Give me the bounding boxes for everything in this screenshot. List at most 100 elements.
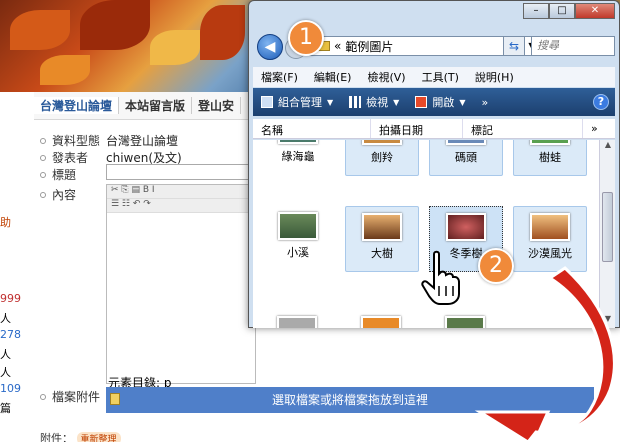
bullet-icon (40, 137, 46, 144)
address-prefix: « (334, 39, 342, 53)
photo-thumbnail[interactable] (277, 316, 317, 328)
close-button[interactable]: ✕ (575, 3, 615, 19)
file-label: 綠海龜 (281, 150, 315, 163)
maximize-button[interactable]: □ (549, 3, 575, 19)
help-icon[interactable]: ? (593, 94, 609, 110)
type-label: 資料型態 (52, 134, 101, 148)
bullet-icon (40, 154, 46, 161)
row-poster: 發表者 (40, 149, 110, 166)
step-1-callout: 1 (288, 20, 324, 56)
bullet-icon (40, 171, 46, 178)
scroll-up-icon[interactable]: ▲ (600, 140, 616, 154)
row-attach: 檔案附件 (40, 388, 110, 405)
col-more[interactable]: » (583, 119, 606, 138)
file-item[interactable]: 碼頭 (429, 140, 503, 176)
refresh-button[interactable]: ⇆ (503, 36, 525, 56)
side-stat: 人 (0, 312, 11, 325)
photo-thumbnail (362, 213, 402, 241)
photo-thumbnail (530, 213, 570, 241)
scroll-thumb[interactable] (602, 192, 613, 262)
attach-label: 檔案附件 (52, 390, 101, 404)
col-name[interactable]: 名稱 (253, 119, 371, 138)
side-stat: 人 (0, 366, 11, 379)
file-label: 大樹 (371, 247, 393, 260)
refresh-badge[interactable]: 重新整理 (76, 432, 121, 442)
views-icon (349, 96, 362, 108)
organize-icon (261, 96, 273, 108)
side-stat: 999 (0, 292, 21, 305)
side-stat: 人 (0, 348, 11, 361)
menu-file[interactable]: 檔案(F) (253, 69, 306, 85)
tab-forum[interactable]: 台灣登山論壇 (34, 97, 120, 114)
tab-safety[interactable]: 登山安 (192, 97, 242, 114)
poster-label: 發表者 (52, 151, 89, 165)
file-label: 小溪 (287, 246, 309, 259)
file-item[interactable]: 樹蛙 (513, 140, 587, 176)
photo-thumbnail[interactable] (361, 316, 401, 328)
drop-zone-text: 選取檔案或將檔案拖放到這裡 (271, 393, 428, 407)
command-bar: 組合管理 ▼ 檢視 ▼ 開啟 ▼ » ? (253, 88, 615, 116)
more-commands-button[interactable]: » (473, 96, 496, 109)
address-path: 範例圖片 (345, 39, 394, 54)
minimize-button[interactable]: – (523, 3, 549, 19)
file-label: 碼頭 (455, 151, 477, 164)
window-controls: – □ ✕ (523, 3, 615, 19)
editor-toolbar: ☰ ☷ ↶ ↷ (107, 199, 255, 213)
file-label: 沙漠風光 (528, 247, 572, 260)
col-date[interactable]: 拍攝日期 (371, 119, 463, 138)
file-label: 劍羚 (371, 151, 393, 164)
chevron-down-icon: ▼ (327, 97, 334, 107)
menu-tools[interactable]: 工具(T) (414, 69, 467, 85)
file-item[interactable]: 綠海龜 (261, 140, 335, 176)
curved-arrow-icon (474, 266, 616, 442)
views-button[interactable]: 檢視 ▼ (341, 94, 407, 110)
organize-button[interactable]: 組合管理 ▼ (253, 94, 341, 110)
file-item[interactable]: 劍羚 (345, 140, 419, 176)
photo-thumbnail (446, 140, 486, 145)
organize-label: 組合管理 (278, 96, 322, 109)
side-label: 助 (0, 216, 11, 229)
file-label: 樹蛙 (539, 151, 561, 164)
open-icon (415, 96, 428, 108)
photo-thumbnail (446, 213, 486, 241)
search-input[interactable]: 搜尋 (531, 36, 615, 56)
tab-guestbook[interactable]: 本站留言版 (119, 97, 193, 114)
row-content: 內容 (40, 186, 110, 203)
menu-bar: 檔案(F) 編輯(E) 檢視(V) 工具(T) 說明(H) (253, 67, 615, 87)
menu-help[interactable]: 說明(H) (467, 69, 522, 85)
content-label: 內容 (52, 188, 77, 202)
bullet-icon (40, 191, 46, 198)
photo-thumbnail (530, 140, 570, 145)
row-title: 標題 (40, 166, 110, 183)
file-item[interactable]: 小溪 (261, 206, 335, 272)
menu-view[interactable]: 檢視(V) (359, 69, 413, 85)
col-tag[interactable]: 標記 (463, 119, 583, 138)
row-type: 資料型態 (40, 132, 110, 149)
side-stat: 篇 (0, 402, 11, 415)
photo-thumbnail (362, 140, 402, 145)
side-stat: 109 (0, 382, 21, 395)
column-header: 名稱 拍攝日期 標記 » (253, 119, 615, 139)
chevron-down-icon: ▼ (459, 97, 466, 107)
side-stat: 278 (0, 328, 21, 341)
bullet-icon (40, 393, 46, 400)
photo-thumbnail (278, 212, 318, 240)
attach-file-icon (110, 393, 120, 405)
title-label: 標題 (52, 168, 77, 182)
left-sidebar: 助 999 人 278 人 人 109 篇 (0, 92, 30, 442)
back-button[interactable]: ◀ (257, 34, 283, 60)
photo-thumbnail (278, 140, 318, 144)
chevron-down-icon: ▼ (393, 97, 400, 107)
type-value: 台灣登山論壇 (106, 134, 179, 148)
editor-toolbar: ✂ ⎘ ▤ B I (107, 185, 255, 199)
open-label: 開啟 (432, 96, 455, 109)
attach-footer-label: 附件： (40, 432, 73, 442)
file-item[interactable]: 大樹 (345, 206, 419, 272)
content-editor[interactable]: ✂ ⎘ ▤ B I ☰ ☷ ↶ ↷ (106, 184, 256, 384)
title-input[interactable] (106, 164, 256, 180)
open-button[interactable]: 開啟 ▼ (407, 94, 473, 110)
menu-edit[interactable]: 編輯(E) (306, 69, 360, 85)
forum-tabs: 台灣登山論壇 本站留言版 登山安 (34, 92, 254, 120)
attach-footer: 附件： 重新整理 (40, 430, 121, 442)
views-label: 檢視 (366, 96, 389, 109)
